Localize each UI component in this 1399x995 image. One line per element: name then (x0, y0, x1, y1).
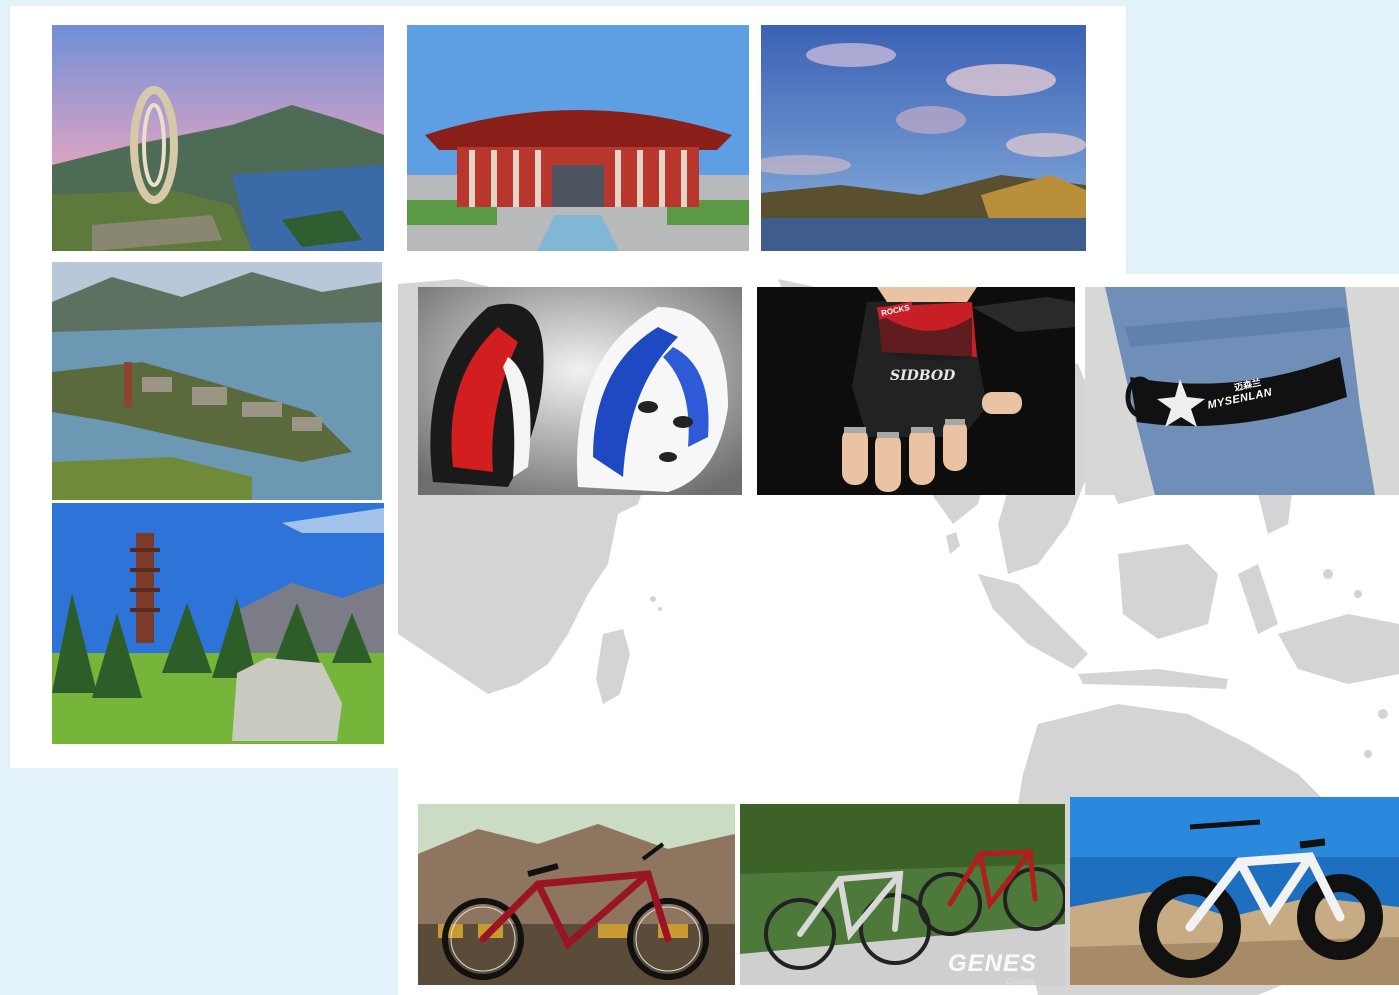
photo-gloves (757, 287, 1075, 495)
bike-brand-watermark: GENES (948, 950, 1038, 977)
bike-brand-watermark-sub: Cycling (1006, 977, 1035, 986)
photo-lake-sunset (761, 25, 1086, 251)
photo-helmets (418, 287, 742, 495)
photo-pagoda-park (52, 503, 384, 744)
photo-sunrise-hotel (52, 25, 384, 251)
photo-mountain-bike (418, 804, 735, 985)
photo-conference-center (407, 25, 749, 251)
photo-lake-village (52, 262, 382, 500)
photo-fat-bike (1070, 797, 1399, 985)
glove-brand-logo: SIDBOD (890, 368, 956, 384)
